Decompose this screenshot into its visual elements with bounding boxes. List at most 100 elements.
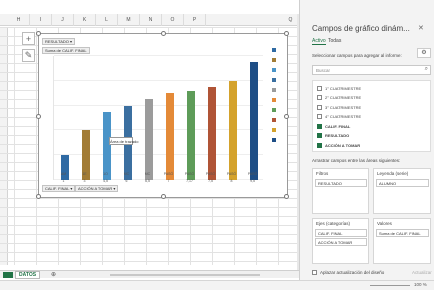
legend[interactable] [268,38,284,196]
category-label: PASÓ [205,172,216,176]
close-icon[interactable]: ✕ [418,24,424,32]
category-label: 1O [103,172,108,176]
field-checkbox[interactable] [317,133,322,138]
filters-field-chip[interactable]: RESULTADO [315,179,367,187]
value-label: 3 [83,179,86,183]
pivot-chart[interactable]: RESULTADO ▾ Suma de CALIF. FINAL Área de… [36,31,289,199]
resize-handle[interactable] [36,31,41,36]
field-checkbox[interactable] [317,95,322,100]
field-checkbox[interactable] [317,85,322,91]
value-label: 6 [125,179,128,183]
field-label: 4° CUATRIMESTRE [325,114,362,119]
add-sheet-icon[interactable]: ⊕ [51,271,56,278]
zoom-level[interactable]: 100 % [414,282,427,287]
field-item[interactable]: ACCIÓN A TOMAR [317,141,360,149]
resize-handle[interactable] [284,114,289,119]
field-item[interactable]: 3° CUATRIMESTRE [317,103,361,111]
resize-handle[interactable] [36,114,41,119]
chart-bar[interactable] [228,80,237,180]
value-field-button[interactable]: Suma de CALIF. FINAL [42,47,90,54]
chart-bar[interactable] [249,62,258,180]
legend-swatch [272,138,276,142]
report-filter-label: RESULTADO [45,39,69,44]
field-item[interactable]: CALIF. FINAL [317,122,350,130]
plus-icon: + [25,33,32,44]
value-label: 7,5 [208,179,213,183]
chart-styles-button[interactable]: ✎ [22,49,35,62]
field-checkbox[interactable] [317,142,322,148]
report-filter-button[interactable]: RESULTADO ▾ [42,38,75,45]
column-header[interactable]: H [8,14,30,26]
update-button[interactable]: Actualizar [412,270,432,275]
legend-swatch [272,78,276,82]
resize-handle[interactable] [284,31,289,36]
column-header[interactable]: I [30,14,52,26]
defer-update-checkbox[interactable] [312,270,317,275]
resize-handle[interactable] [161,194,166,199]
gear-icon[interactable]: ⚙ [417,48,431,58]
column-header[interactable]: K [74,14,96,26]
sheet-tab-datos[interactable]: DATOS [15,271,41,279]
field-checkbox[interactable] [317,104,322,110]
field-item[interactable]: 4° CUATRIMESTRE [317,113,361,121]
field-list-prompt: Seleccionar campos para agregar al infor… [312,53,402,58]
legend-swatch [272,98,276,102]
chart-bar[interactable] [207,87,216,180]
axis-area[interactable]: Ejes (categorías) CALIF. FINAL ACCIÓN A … [312,218,369,264]
category-label: PASÓ [247,172,258,176]
legend-swatch [272,108,276,112]
chart-bar[interactable] [165,93,174,180]
tab-activo[interactable]: Activo [312,38,326,45]
panel-title: Campos de gráfico dinám... [312,24,410,33]
plot-area[interactable] [53,55,263,180]
chart-bar[interactable] [144,99,153,180]
field-checkbox[interactable] [317,123,322,129]
sheet-nav-icon[interactable] [3,272,13,278]
field-checkbox[interactable] [317,114,322,119]
resize-handle[interactable] [36,194,41,199]
resize-handle[interactable] [284,194,289,199]
category-label: MC [123,172,130,176]
drag-hint: Arrastrar campos entre las áreas siguien… [312,158,401,163]
value-label: 4,5 [103,179,108,183]
zoom-slider[interactable] [370,285,410,286]
legend-field-chip[interactable]: ALUMNO [376,179,429,187]
category-label: PASÓ [226,172,237,176]
field-label: ACCIÓN A TOMAR [325,142,361,148]
field-item[interactable]: 2° CUATRIMESTRE [317,94,361,102]
values-area-label: Valores [377,221,392,226]
legend-area[interactable]: Leyenda (serie) ALUMNO [373,168,431,214]
values-area[interactable]: Valores Suma de CALIF. FINAL [373,218,431,264]
legend-area-label: Leyenda (serie) [377,171,409,176]
tab-todas[interactable]: Todas [328,38,341,44]
horizontal-scrollbar[interactable] [110,274,260,276]
axis-field-chip[interactable]: ACCIÓN A TOMAR [315,238,367,246]
column-header[interactable]: M [118,14,140,26]
column-header[interactable]: J [52,14,74,26]
column-header[interactable]: L [96,14,118,26]
axis-field-button-calif[interactable]: CALIF. FINAL ▾ [42,185,76,192]
column-header[interactable]: N [140,14,162,26]
field-label: RESULTADO [325,133,350,138]
value-field-label: Suma de CALIF. FINAL [45,48,87,53]
column-header[interactable]: O [162,14,184,26]
search-input[interactable]: Buscar ⌕ [312,65,431,75]
category-label: PASÓ [184,172,195,176]
filters-area[interactable]: Filtros RESULTADO [312,168,369,214]
value-label: 8 [230,179,233,183]
column-header[interactable]: Q [284,14,298,26]
chart-bar[interactable] [102,111,111,180]
field-item[interactable]: RESULTADO [317,132,349,140]
chart-elements-button[interactable]: + [22,32,35,45]
chart-bar[interactable] [186,91,195,180]
chart-bar[interactable] [60,155,69,180]
legend-swatch [272,128,276,132]
resize-handle[interactable] [161,31,166,36]
axis-field-label: CALIF. FINAL [45,186,70,191]
axis-field-button-accion[interactable]: ACCIÓN A TOMAR ▾ [75,185,119,192]
column-header[interactable]: P [184,14,206,26]
axis-field-chip[interactable]: CALIF. FINAL [315,229,367,237]
values-field-chip[interactable]: Suma de CALIF. FINAL [376,229,429,237]
field-item[interactable]: 1° CUATRIMESTRE [317,84,361,92]
legend-swatch [272,118,276,122]
